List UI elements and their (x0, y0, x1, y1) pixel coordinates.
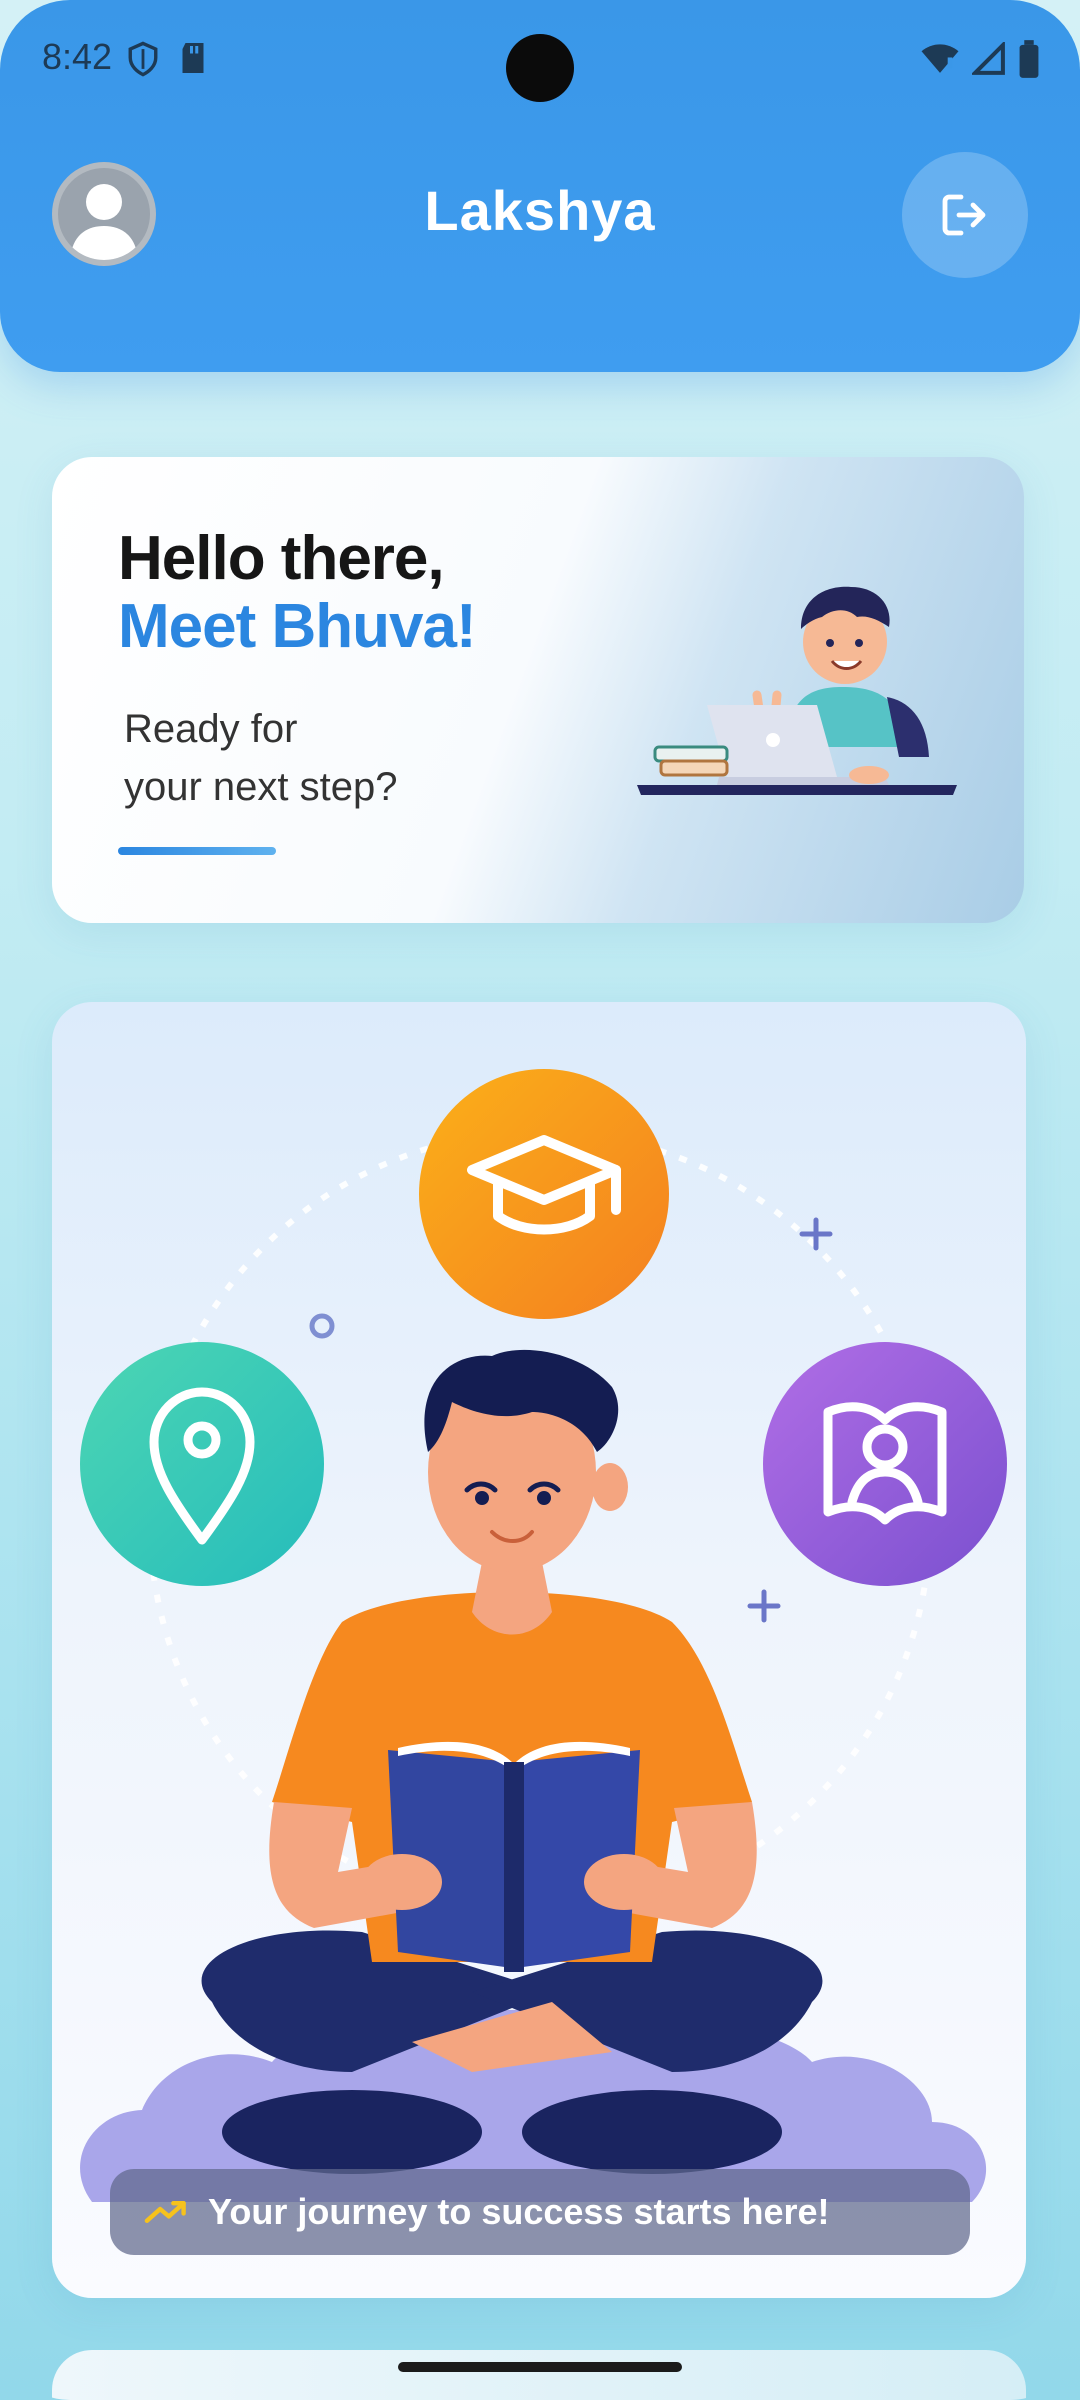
next-section-card (52, 2350, 1026, 2400)
battery-icon (1019, 40, 1039, 78)
wifi-icon (921, 44, 959, 73)
hero-card: Your journey to success starts here! (52, 1002, 1026, 2298)
app-header: 8:42 Lakshya (0, 0, 1080, 372)
home-indicator[interactable] (398, 2362, 682, 2372)
logout-icon (942, 194, 986, 236)
greeting-card: Hello there, Meet Bhuva! Ready for your … (52, 457, 1024, 923)
location-feature-button[interactable] (80, 1342, 324, 1586)
decor-ring (309, 1313, 335, 1339)
greeting-heading: Hello there, (118, 524, 445, 593)
greeting-underline (118, 847, 276, 855)
status-time: 8:42 (42, 36, 113, 77)
app-screen: 8:42 Lakshya Hello there, Meet Bhuva! Re… (0, 0, 1080, 2400)
journey-banner-text: Your journey to success starts here! (208, 2191, 830, 2232)
greeting-name: Meet Bhuva! (118, 592, 477, 661)
profile-feature-button[interactable] (763, 1342, 1007, 1586)
signal-icon (972, 42, 1005, 75)
education-feature-button[interactable] (419, 1069, 669, 1319)
greeting-subtitle-line1: Ready for (124, 707, 298, 751)
greeting-subtitle-line2: your next step? (124, 765, 398, 809)
front-camera (506, 34, 574, 102)
logout-button[interactable] (902, 152, 1028, 278)
journey-banner: Your journey to success starts here! (110, 2169, 970, 2255)
sd-card-icon (182, 43, 204, 73)
trending-up-icon (144, 2201, 186, 2223)
shield-icon (128, 41, 158, 77)
status-bar: 8:42 (0, 0, 1080, 120)
student-laptop-illustration (637, 586, 957, 795)
